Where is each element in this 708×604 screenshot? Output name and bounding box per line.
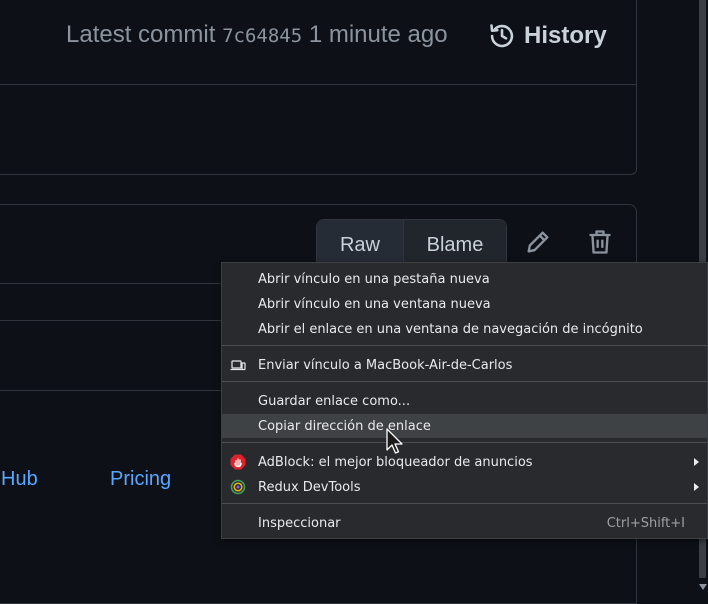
scroll-down-arrow-icon[interactable] (699, 584, 707, 590)
history-icon (490, 24, 514, 48)
menu-item-open-new-tab[interactable]: Abrir vínculo en una pestaña nueva (222, 267, 707, 291)
device-icon (230, 360, 246, 371)
commit-time: 1 minute ago (308, 21, 448, 48)
commit-sha-link[interactable]: 7c64845 (222, 25, 302, 47)
menu-item-open-new-window[interactable]: Abrir vínculo en una ventana nueva (222, 292, 707, 316)
menu-item-copy-link-address[interactable]: Copiar dirección de enlace (222, 414, 707, 438)
trash-icon (589, 230, 611, 254)
pencil-icon (527, 231, 549, 253)
menu-item-redux-devtools[interactable]: Redux DevTools (222, 475, 707, 499)
menu-item-label: Abrir vínculo en una pestaña nueva (258, 271, 490, 287)
menu-item-save-link-as[interactable]: Guardar enlace como... (222, 389, 707, 413)
footer-link-hub[interactable]: Hub (1, 468, 38, 491)
menu-item-label: Redux DevTools (258, 479, 361, 495)
menu-separator (222, 345, 707, 346)
menu-item-adblock[interactable]: AdBlock: el mejor bloqueador de anuncios (222, 450, 707, 474)
menu-item-label: Copiar dirección de enlace (258, 418, 431, 434)
menu-item-label: Guardar enlace como... (258, 393, 411, 409)
menu-item-label: Enviar vínculo a MacBook-Air-de-Carlos (258, 357, 513, 373)
menu-item-inspect[interactable]: Inspeccionar Ctrl+Shift+I (222, 511, 707, 535)
menu-item-open-incognito[interactable]: Abrir el enlace en una ventana de navega… (222, 317, 707, 341)
adblock-icon (230, 454, 246, 470)
chevron-right-icon (694, 483, 699, 491)
divider (0, 320, 230, 321)
menu-item-label: AdBlock: el mejor bloqueador de anuncios (258, 454, 533, 470)
latest-commit-info: Latest commit 7c64845 1 minute ago (66, 21, 448, 49)
menu-item-shortcut: Ctrl+Shift+I (606, 515, 685, 531)
menu-item-send-to-device[interactable]: Enviar vínculo a MacBook-Air-de-Carlos (222, 353, 707, 377)
delete-file-button[interactable] (585, 226, 615, 258)
edit-file-button[interactable] (523, 226, 553, 258)
menu-separator (222, 503, 707, 504)
commit-prefix: Latest commit (66, 21, 216, 48)
menu-separator (222, 381, 707, 382)
menu-separator (222, 442, 707, 443)
history-label: History (524, 22, 607, 49)
footer-link-pricing[interactable]: Pricing (110, 468, 171, 491)
divider (0, 84, 636, 85)
mouse-cursor-icon (386, 428, 403, 454)
chevron-right-icon (694, 458, 699, 466)
context-menu: Abrir vínculo en una pestaña nueva Abrir… (221, 262, 708, 539)
menu-item-label: Abrir vínculo en una ventana nueva (258, 296, 491, 312)
menu-item-label: Abrir el enlace en una ventana de navega… (258, 321, 643, 337)
redux-icon (230, 479, 246, 495)
divider (0, 390, 230, 391)
history-button[interactable]: History (488, 19, 607, 53)
menu-item-label: Inspeccionar (258, 515, 341, 531)
